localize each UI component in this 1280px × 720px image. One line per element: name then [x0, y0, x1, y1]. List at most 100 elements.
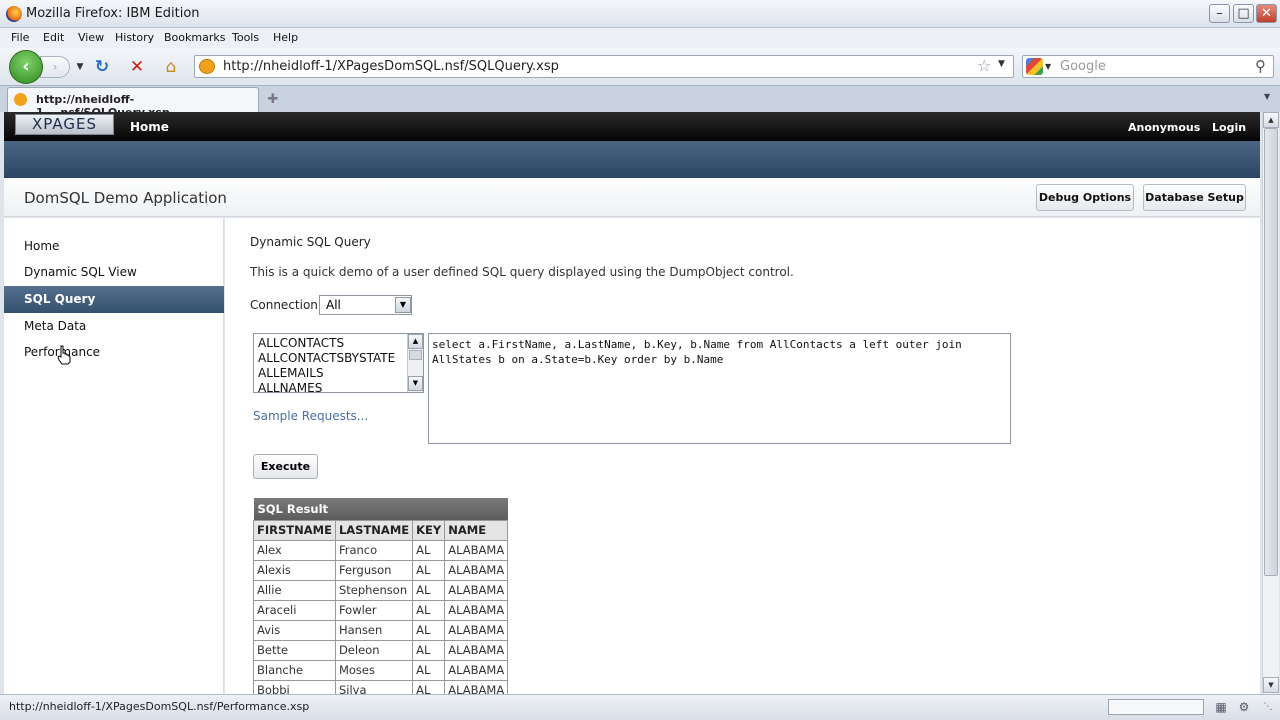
user-name: Anonymous [1128, 121, 1201, 134]
table-row: Avis Hansen AL ALABAMA [253, 619, 509, 641]
bookmark-star-icon[interactable]: ☆ [977, 56, 991, 75]
url-text[interactable]: http://nheidloff-1/XPagesDomSQL.nsf/SQLQ… [223, 59, 559, 74]
connection-label: Connection: [250, 298, 322, 312]
table-listbox[interactable]: ALLCONTACTS ALLCONTACTSBYSTATE ALLEMAILS… [253, 333, 424, 393]
window-titlebar: Mozilla Firefox: IBM Edition – □ ✕ [0, 0, 1280, 28]
engine-dropdown-icon[interactable]: ▼ [1045, 62, 1051, 71]
connection-value[interactable]: All [326, 298, 341, 312]
app-banner [4, 141, 1260, 178]
scroll-down-icon[interactable]: ▼ [1263, 677, 1279, 693]
menu-help[interactable]: Help [273, 31, 298, 44]
menu-edit[interactable]: Edit [43, 31, 64, 44]
sidebar-item-meta-data[interactable]: Meta Data [4, 313, 224, 340]
table-row: Allie Stephenson AL ALABAMA [253, 579, 509, 601]
google-engine-icon[interactable] [1026, 58, 1043, 75]
scroll-up-icon[interactable]: ▲ [1263, 112, 1279, 128]
close-window-button[interactable]: ✕ [1256, 4, 1277, 23]
menu-bar: File Edit View History Bookmarks Tools H… [0, 28, 1280, 48]
url-bar[interactable]: http://nheidloff-1/XPagesDomSQL.nsf/SQLQ… [194, 55, 1014, 78]
debug-options-button[interactable]: Debug Options [1036, 184, 1134, 211]
table-cell: Hansen [334, 619, 414, 641]
table-cell: Alexis [253, 559, 336, 581]
maximize-button[interactable]: □ [1233, 4, 1254, 23]
sample-requests-link[interactable]: Sample Requests... [253, 409, 368, 423]
back-button[interactable]: ‹ [9, 50, 43, 84]
menu-view[interactable]: View [78, 31, 104, 44]
history-dropdown-icon[interactable]: ▼ [69, 56, 91, 78]
table-cell: AL [412, 659, 446, 681]
table-cell: Stephenson [334, 579, 414, 601]
sidebar-item-sql-query[interactable]: SQL Query [4, 286, 224, 313]
list-item[interactable]: ALLCONTACTS [258, 336, 344, 350]
page-description: This is a quick demo of a user defined S… [250, 265, 794, 279]
table-cell: Franco [334, 539, 414, 561]
menu-history[interactable]: History [115, 31, 154, 44]
sql-query-textarea[interactable]: select a.FirstName, a.LastName, b.Key, b… [428, 333, 1011, 444]
table-cell: Bette [253, 639, 336, 661]
connection-select[interactable]: All ▼ [319, 295, 412, 315]
table-cell: AL [412, 579, 446, 601]
table-cell: Araceli [253, 599, 336, 621]
addon-icon[interactable]: ⚙ [1236, 699, 1252, 715]
table-cell: Ferguson [334, 559, 414, 581]
home-icon[interactable]: ⌂ [160, 56, 182, 78]
list-item[interactable]: ALLEMAILS [258, 366, 324, 380]
table-cell: AL [412, 619, 446, 641]
sidebar-item-dynamic-sql-view[interactable]: Dynamic SQL View [4, 259, 224, 286]
chevron-down-icon[interactable]: ▼ [395, 297, 411, 313]
login-link[interactable]: Login [1212, 121, 1246, 134]
forward-button[interactable]: › [40, 56, 70, 78]
table-cell: ALABAMA [444, 599, 509, 621]
scroll-thumb[interactable] [1264, 128, 1278, 576]
table-cell: Fowler [334, 599, 414, 621]
table-cell: ALABAMA [444, 539, 509, 561]
column-header: FIRSTNAME [253, 519, 336, 541]
listbox-scrollbar[interactable]: ▲ ▼ [407, 334, 423, 392]
search-icon[interactable]: ⚲ [1255, 57, 1266, 75]
page-info-icon[interactable]: ▦ [1213, 699, 1229, 715]
scroll-up-icon[interactable]: ▲ [408, 334, 423, 349]
tab-sqlquery[interactable]: http://nheidloff-1....nsf/SQLQuery.xsp [7, 87, 259, 119]
app-top-bar [4, 112, 1260, 141]
table-cell: AL [412, 559, 446, 581]
list-item[interactable]: ALLCONTACTSBYSTATE [258, 351, 395, 365]
table-cell: ALABAMA [444, 619, 509, 641]
search-bar[interactable]: ▼ Google ⚲ [1022, 55, 1274, 78]
menu-tools[interactable]: Tools [232, 31, 259, 44]
minimize-button[interactable]: – [1209, 4, 1230, 23]
url-dropdown-icon[interactable]: ▼ [998, 59, 1005, 69]
new-tab-button[interactable]: ✚ [260, 89, 286, 110]
reload-icon[interactable]: ↻ [91, 56, 113, 78]
sidebar-item-home[interactable]: Home [4, 233, 224, 260]
database-setup-button[interactable]: Database Setup [1143, 184, 1246, 211]
window-title: Mozilla Firefox: IBM Edition [26, 6, 200, 21]
column-header: NAME [444, 519, 509, 541]
table-cell: ALABAMA [444, 559, 509, 581]
sidebar-item-performance[interactable]: Performance [4, 339, 224, 366]
tab-list-icon[interactable]: ▼ [1264, 92, 1270, 101]
search-placeholder[interactable]: Google [1060, 59, 1106, 74]
table-row: Bette Deleon AL ALABAMA [253, 639, 509, 661]
table-cell: Alex [253, 539, 336, 561]
table-cell: AL [412, 639, 446, 661]
execute-button[interactable]: Execute [253, 454, 318, 479]
page-scrollbar[interactable]: ▲ ▼ [1262, 112, 1279, 694]
menu-bookmarks[interactable]: Bookmarks [164, 31, 225, 44]
menu-file[interactable]: File [11, 31, 29, 44]
scroll-down-icon[interactable]: ▼ [408, 376, 423, 391]
sql-query-text[interactable]: select a.FirstName, a.LastName, b.Key, b… [432, 338, 962, 366]
scroll-thumb[interactable] [409, 350, 422, 360]
table-row: Araceli Fowler AL ALABAMA [253, 599, 509, 621]
top-nav-home[interactable]: Home [130, 120, 169, 134]
table-cell: ALABAMA [444, 639, 509, 661]
table-row: Alexis Ferguson AL ALABAMA [253, 559, 509, 581]
site-identity-icon[interactable] [199, 59, 215, 74]
stop-icon[interactable]: ✕ [126, 56, 148, 78]
table-cell: Allie [253, 579, 336, 601]
resize-grip-icon[interactable]: ⋱ [1260, 699, 1276, 715]
status-text: http://nheidloff-1/XPagesDomSQL.nsf/Perf… [9, 700, 310, 713]
list-item[interactable]: ALLNAMES [258, 381, 322, 392]
table-cell: Deleon [334, 639, 414, 661]
firefox-logo-icon [6, 6, 22, 22]
app-title: DomSQL Demo Application [24, 189, 227, 207]
